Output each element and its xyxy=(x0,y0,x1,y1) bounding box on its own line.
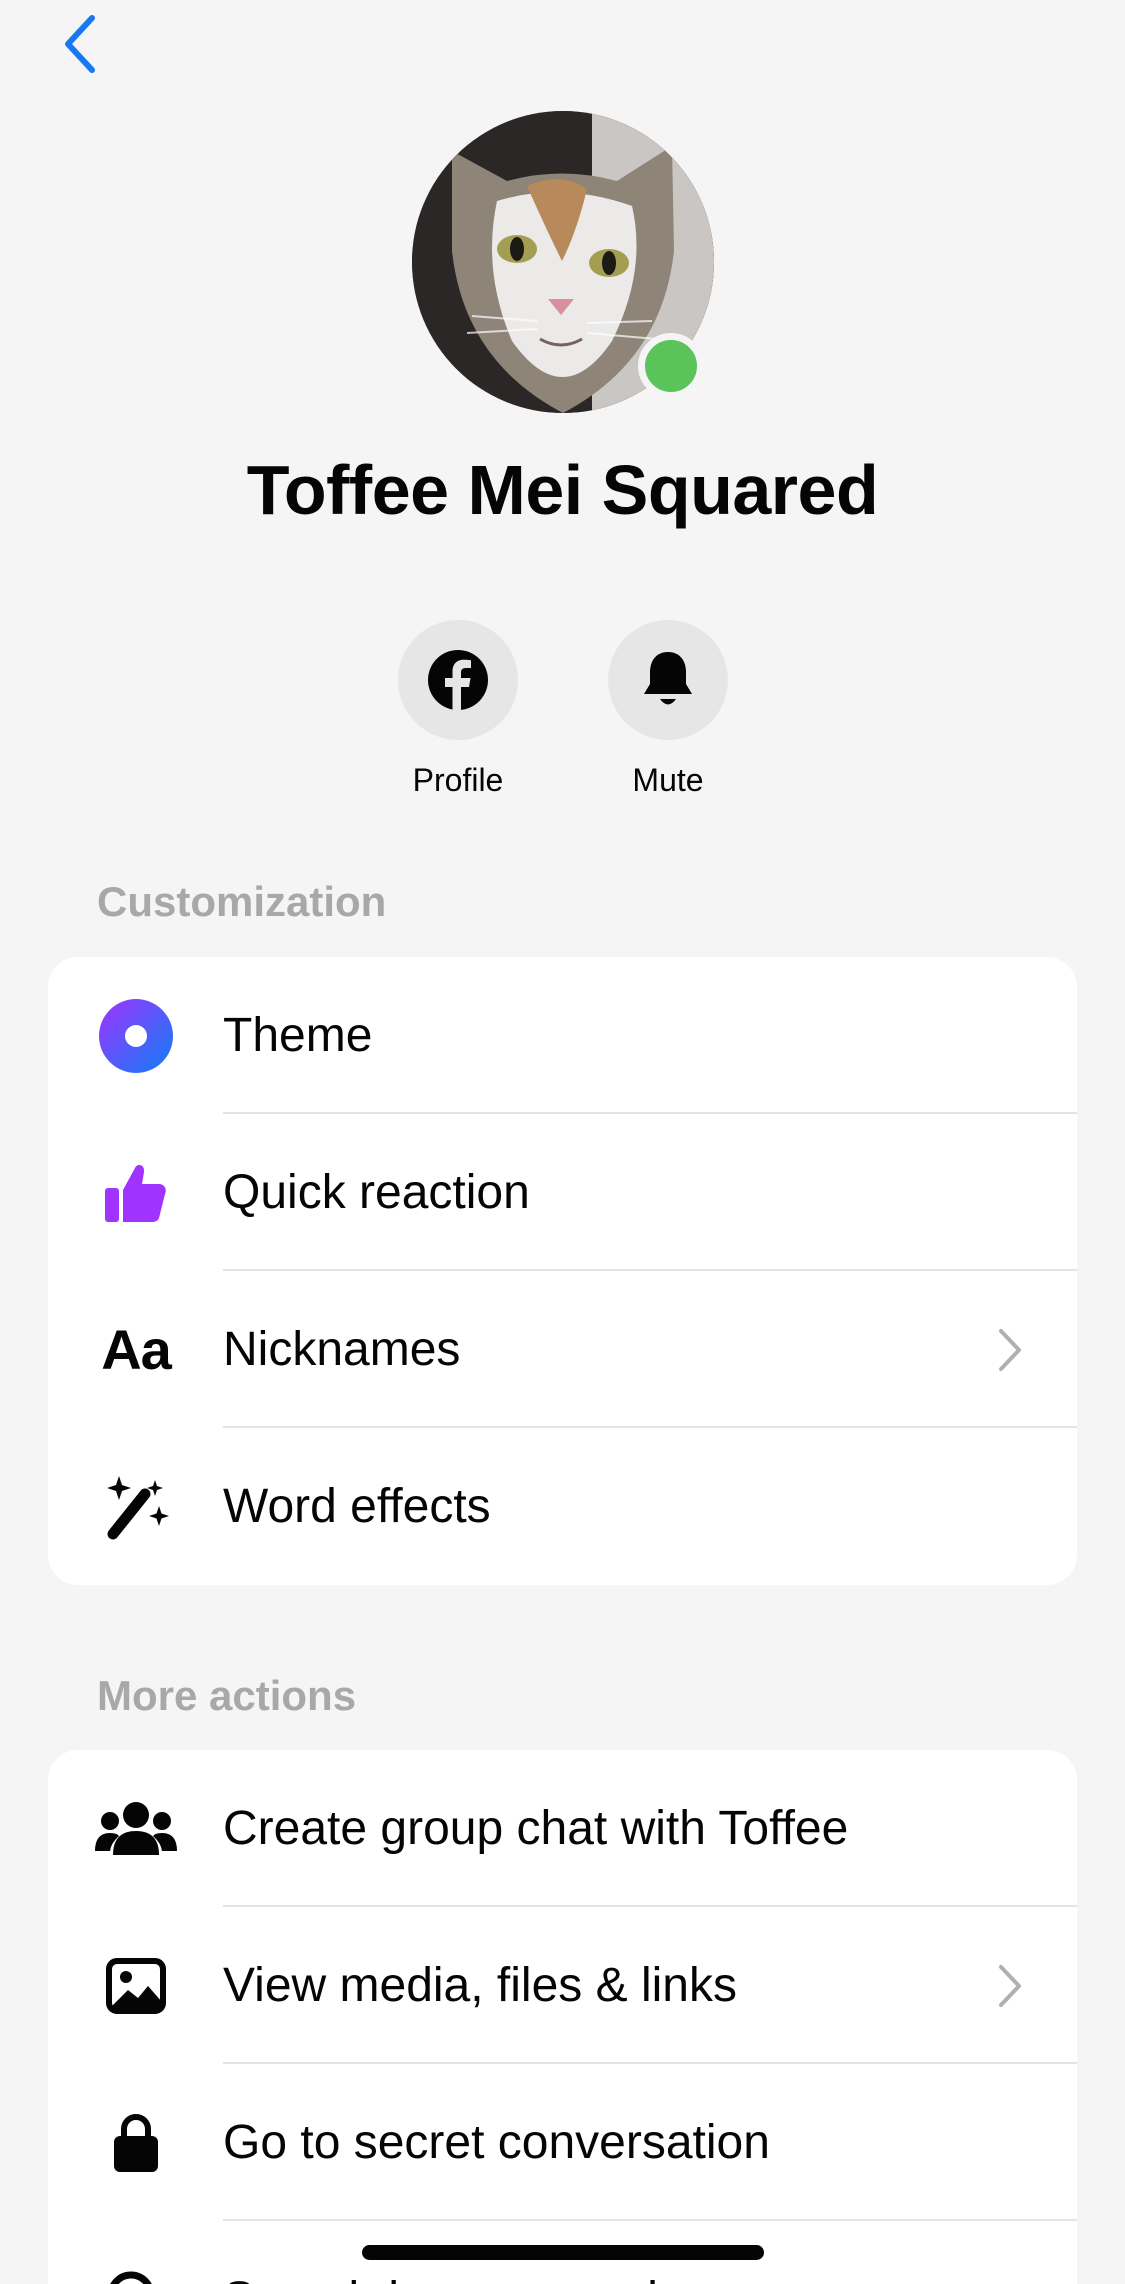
people-icon xyxy=(94,1787,178,1871)
thread-settings-screen: Toffee Mei Squared Profile Mute Customiz… xyxy=(0,0,1125,2284)
thumbs-up-icon xyxy=(94,1151,178,1235)
theme-label: Theme xyxy=(223,1009,373,1062)
lock-icon xyxy=(94,2101,178,2185)
theme-row[interactable]: Theme xyxy=(48,957,1077,1114)
secret-conversation-row[interactable]: Go to secret conversation xyxy=(48,2064,1077,2221)
home-indicator[interactable] xyxy=(362,2245,764,2260)
avatar[interactable] xyxy=(412,111,714,413)
create-group-row[interactable]: Create group chat with Toffee xyxy=(48,1750,1077,1907)
quick-reaction-label: Quick reaction xyxy=(223,1166,530,1219)
view-media-label: View media, files & links xyxy=(223,1959,737,2012)
word-effects-row[interactable]: Word effects xyxy=(48,1428,1077,1585)
chevron-right-icon xyxy=(999,1964,1021,2007)
nicknames-row[interactable]: Aa Nicknames xyxy=(48,1271,1077,1428)
nicknames-label: Nicknames xyxy=(223,1323,461,1376)
magic-wand-icon xyxy=(94,1465,178,1549)
profile-button[interactable] xyxy=(398,620,518,740)
image-icon xyxy=(94,1944,178,2028)
search-icon xyxy=(94,2258,178,2284)
bell-icon xyxy=(644,652,692,705)
customization-section-title: Customization xyxy=(97,878,387,925)
more-actions-card: Create group chat with Toffee View media… xyxy=(48,1750,1077,2284)
facebook-icon xyxy=(428,650,488,711)
create-group-label: Create group chat with Toffee xyxy=(223,1802,849,1855)
mute-button[interactable] xyxy=(608,620,728,740)
search-conversation-label: Search in conversation xyxy=(223,2272,711,2284)
secret-conversation-label: Go to secret conversation xyxy=(223,2116,770,2169)
quick-reaction-row[interactable]: Quick reaction xyxy=(48,1114,1077,1271)
chevron-right-icon xyxy=(999,1328,1021,1371)
online-status-dot xyxy=(638,333,704,399)
mute-action[interactable]: Mute xyxy=(608,620,728,799)
profile-action[interactable]: Profile xyxy=(398,620,518,799)
view-media-row[interactable]: View media, files & links xyxy=(48,1907,1077,2064)
theme-icon xyxy=(94,994,178,1078)
more-actions-section-title: More actions xyxy=(97,1672,357,1719)
text-aa-icon: Aa xyxy=(101,1318,172,1381)
profile-label: Profile xyxy=(412,762,504,798)
customization-card: Theme Quick reaction Aa Nicknames Word e… xyxy=(48,957,1077,1585)
word-effects-label: Word effects xyxy=(223,1480,491,1533)
back-button[interactable] xyxy=(50,14,110,74)
mute-label: Mute xyxy=(632,762,704,798)
chevron-left-icon xyxy=(65,15,95,73)
contact-name: Toffee Mei Squared xyxy=(246,451,879,529)
